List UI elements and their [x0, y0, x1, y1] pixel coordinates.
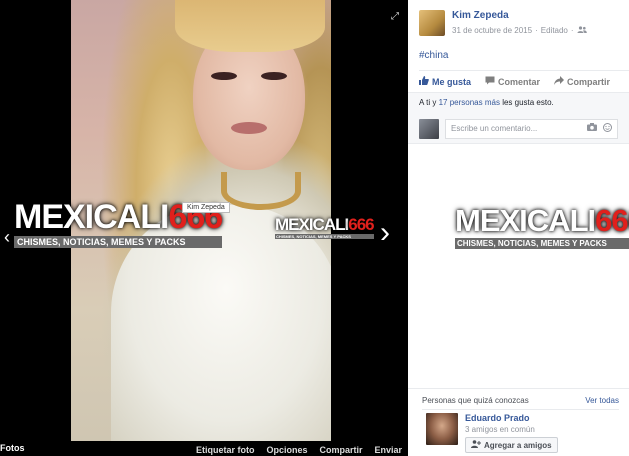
watermark-subtitle: CHISMES, NOTICIAS, MEMES Y PACKS — [275, 234, 374, 239]
edited-label[interactable]: Editado — [541, 26, 568, 35]
add-friend-label: Agregar a amigos — [484, 440, 552, 450]
add-friend-button[interactable]: Agregar a amigos — [465, 437, 558, 453]
add-friend-icon — [471, 440, 481, 450]
share-label: Compartir — [567, 76, 611, 87]
likes-summary: A ti y 17 personas más les gusta esto. — [408, 92, 629, 114]
photo-action-bar: Fotos Etiquetar foto Opciones Compartir … — [0, 441, 408, 456]
tag-photo-button[interactable]: Etiquetar foto — [196, 445, 255, 455]
meta-separator: · — [535, 26, 538, 35]
comment-placeholder: Escribe un comentario... — [451, 124, 538, 133]
comment-button[interactable]: Comentar — [485, 76, 540, 87]
pymk-title: Personas que quizá conozcas — [422, 396, 529, 405]
comment-icon — [485, 76, 495, 87]
suggested-person: Eduardo Prado 3 amigos en común Agregar … — [426, 413, 558, 453]
photo-hair — [175, 0, 325, 52]
share-icon — [554, 76, 565, 87]
post-date[interactable]: 31 de octubre de 2015 — [452, 26, 532, 35]
camera-icon[interactable] — [587, 123, 597, 134]
watermark-panel: MEXICALI666 CHISMES, NOTICIAS, MEMES Y P… — [455, 205, 629, 249]
photo-tag[interactable]: Kim Zepeda — [182, 202, 230, 213]
people-you-may-know: Personas que quizá conozcas Ver todas Ed… — [408, 388, 629, 456]
thumbs-up-icon — [419, 76, 429, 87]
pymk-divider — [422, 409, 619, 410]
author-name[interactable]: Kim Zepeda — [452, 10, 587, 21]
fullscreen-icon[interactable]: ⤢ — [391, 12, 400, 22]
post-hashtag[interactable]: #china — [419, 50, 448, 61]
album-link[interactable]: Fotos — [0, 443, 25, 453]
likes-people-link[interactable]: 17 personas más — [439, 98, 500, 107]
photo-eye-right — [261, 72, 287, 80]
send-button[interactable]: Enviar — [374, 445, 402, 455]
comment-label: Comentar — [498, 76, 541, 87]
comment-input[interactable]: Escribe un comentario... — [445, 118, 618, 139]
likes-suffix: les gusta esto. — [502, 98, 554, 107]
reaction-bar: Me gusta Comentar Compartir — [419, 70, 629, 90]
watermark-subtitle: CHISMES, NOTICIAS, MEMES Y PACKS — [455, 238, 629, 249]
emoji-icon[interactable] — [603, 123, 612, 134]
person-photo[interactable] — [426, 413, 458, 445]
mutual-friends[interactable]: 3 amigos en común — [465, 425, 558, 434]
comment-composer: Escribe un comentario... — [408, 114, 629, 144]
like-button[interactable]: Me gusta — [419, 76, 471, 87]
share-photo-button[interactable]: Compartir — [319, 445, 362, 455]
post-author: Kim Zepeda 31 de octubre de 2015 · Edita… — [419, 10, 587, 36]
like-label: Me gusta — [432, 76, 472, 87]
photo-lips — [231, 122, 267, 134]
previous-arrow-icon[interactable]: ‹ — [4, 222, 10, 252]
options-button[interactable]: Opciones — [266, 445, 307, 455]
friends-audience-icon[interactable] — [577, 26, 587, 35]
post-panel: Kim Zepeda 31 de octubre de 2015 · Edita… — [408, 0, 629, 456]
meta-separator: · — [570, 26, 574, 35]
photo-viewer: MEXICALI666 CHISMES, NOTICIAS, MEMES Y P… — [0, 0, 408, 456]
current-user-avatar — [419, 118, 439, 139]
likes-prefix: A ti y — [419, 98, 437, 107]
person-name[interactable]: Eduardo Prado — [465, 413, 558, 423]
watermark-title: MEXICALI666 — [455, 203, 629, 238]
see-all-link[interactable]: Ver todas — [585, 396, 619, 405]
photo-necklace — [221, 172, 301, 210]
share-button[interactable]: Compartir — [554, 76, 610, 87]
watermark-center: MEXICALI666 CHISMES, NOTICIAS, MEMES Y P… — [275, 215, 375, 239]
next-arrow-icon[interactable]: › — [380, 218, 390, 248]
watermark-subtitle: CHISMES, NOTICIAS, MEMES Y PACKS — [14, 236, 223, 248]
photo-eye-left — [211, 72, 237, 80]
author-avatar[interactable] — [419, 10, 445, 36]
watermark-title: MEXICALI666 — [275, 215, 375, 234]
